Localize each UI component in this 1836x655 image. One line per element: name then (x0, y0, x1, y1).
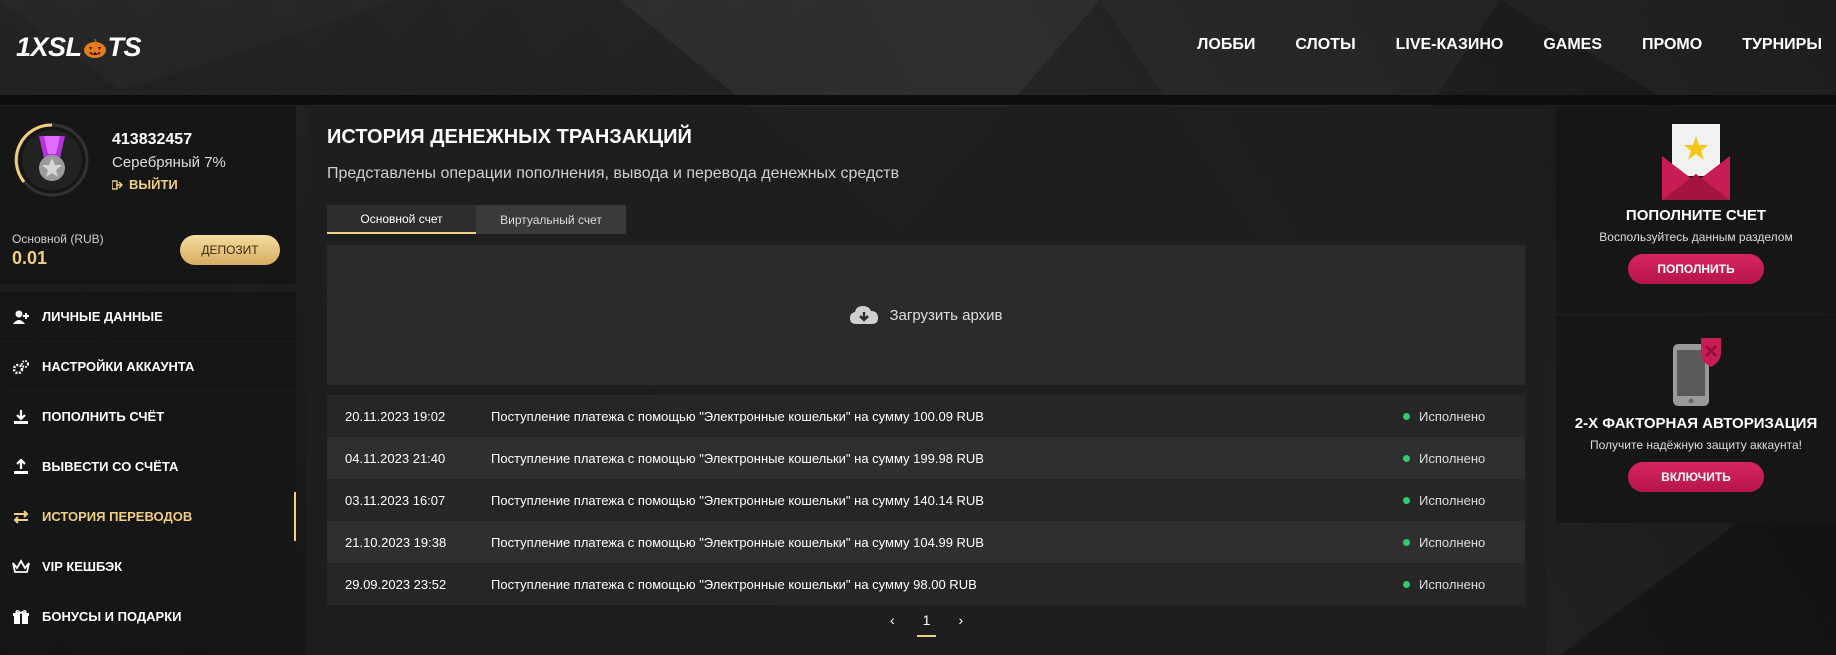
gift-icon (13, 609, 29, 624)
transaction-description: Поступление платежа с помощью "Электронн… (491, 534, 984, 550)
table-row: 03.11.2023 16:07 Поступление платежа с п… (327, 479, 1525, 521)
logo-text-ts: TS (107, 32, 142, 62)
sidebar-item-deposit[interactable]: ПОПОЛНИТЬ СЧЁТ (0, 392, 296, 441)
transaction-date: 29.09.2023 23:52 (345, 576, 447, 592)
transaction-description: Поступление платежа с помощью "Электронн… (491, 492, 984, 508)
pumpkin-icon (83, 38, 106, 58)
page-subtitle: Представлены операции пополнения, вывода… (327, 165, 900, 182)
logo-text-1x: 1X (16, 32, 49, 62)
crown-icon (12, 558, 30, 573)
nav-lobby[interactable]: ЛОББИ (1197, 36, 1255, 54)
sidebar-item-label: НАСТРОЙКИ АККАУНТА (42, 359, 195, 374)
table-row: 29.09.2023 23:52 Поступление платежа с п… (327, 563, 1525, 605)
transaction-date: 20.11.2023 19:02 (345, 408, 446, 424)
two-factor-widget: 2-Х ФАКТОРНАЯ АВТОРИЗАЦИЯ Получите надёж… (1556, 316, 1836, 523)
balance-value: 0.01 (12, 248, 48, 268)
status-badge: Исполнено (1403, 409, 1525, 424)
account-menu: ЛИЧНЫЕ ДАННЫЕ НАСТРОЙКИ АККАУНТА ПОПОЛНИ… (0, 292, 296, 642)
nav-live-casino[interactable]: LIVE-КАЗИНО (1396, 36, 1504, 54)
status-badge: Исполнено (1403, 577, 1525, 592)
page-title: ИСТОРИЯ ДЕНЕЖНЫХ ТРАНЗАКЦИЙ (327, 126, 692, 148)
phone-shield-icon (1673, 338, 1721, 406)
vip-tier: Серебряный 7% (112, 154, 226, 171)
transaction-status: Исполнено (1419, 450, 1486, 466)
account-tabs: Основной счет Виртуальный счет (327, 205, 626, 234)
nav-slots[interactable]: СЛОТЫ (1295, 36, 1355, 54)
transaction-status: Исполнено (1419, 408, 1486, 424)
upload-icon (14, 458, 28, 474)
table-row: 20.11.2023 19:02 Поступление платежа с п… (327, 395, 1525, 437)
status-dot-icon (1403, 496, 1410, 504)
twofa-widget-title: 2-Х ФАКТОРНАЯ АВТОРИЗАЦИЯ (1574, 415, 1818, 432)
transaction-date: 03.11.2023 16:07 (345, 492, 446, 508)
sidebar-item-label: БОНУСЫ И ПОДАРКИ (42, 609, 182, 624)
sidebar-item-label: ИСТОРИЯ ПЕРЕВОДОВ (42, 509, 193, 524)
page-number-current[interactable]: 1 (916, 612, 937, 637)
transfer-icon (13, 509, 29, 524)
nav-tournaments[interactable]: ТУРНИРЫ (1742, 36, 1822, 54)
nav-games[interactable]: GAMES (1543, 36, 1602, 54)
table-row: 21.10.2023 19:38 Поступление платежа с п… (327, 521, 1525, 563)
pagination: ‹ 1 › (890, 612, 963, 637)
sidebar-item-personal-data[interactable]: ЛИЧНЫЕ ДАННЫЕ (0, 292, 296, 341)
user-id: 413832457 (112, 131, 193, 148)
transaction-status: Исполнено (1419, 576, 1486, 592)
tab-main-account[interactable]: Основной счет (327, 205, 476, 234)
transaction-status: Исполнено (1419, 534, 1486, 550)
logout-link[interactable]: ВЫЙТИ (112, 177, 178, 192)
chevron-left-icon[interactable]: ‹ (890, 612, 895, 628)
sidebar-item-account-settings[interactable]: НАСТРОЙКИ АККАУНТА (0, 342, 296, 391)
status-dot-icon (1403, 454, 1410, 462)
envelope-star-icon (1662, 124, 1730, 200)
sidebar-item-bonuses[interactable]: БОНУСЫ И ПОДАРКИ (0, 592, 296, 641)
status-dot-icon (1403, 538, 1410, 546)
site-logo[interactable]: 1X SL TS (16, 32, 142, 63)
status-badge: Исполнено (1403, 451, 1525, 466)
top-header: 1X SL TS ЛОББИ СЛОТЫ LIVE-КАЗИНО GAMES П… (0, 0, 1836, 96)
archive-label: Загрузить архив (889, 306, 1003, 324)
logout-icon (112, 179, 123, 190)
table-row: 04.11.2023 21:40 Поступление платежа с п… (327, 437, 1525, 479)
main-nav: ЛОББИ СЛОТЫ LIVE-КАЗИНО GAMES ПРОМО ТУРН… (1197, 36, 1822, 54)
transaction-description: Поступление платежа с помощью "Электронн… (491, 408, 984, 424)
logo-text-sl: SL (48, 32, 82, 62)
logout-label: ВЫЙТИ (129, 177, 178, 192)
sidebar-item-label: VIP КЕШБЭК (42, 559, 123, 574)
download-icon (14, 409, 28, 424)
sidebar-item-withdraw[interactable]: ВЫВЕСТИ СО СЧЁТА (0, 442, 296, 491)
deposit-widget-text: Воспользуйтесь данным разделом (1599, 230, 1793, 244)
user-plus-icon (13, 310, 29, 324)
vip-medal-icon (14, 123, 89, 197)
status-dot-icon (1403, 580, 1410, 588)
sidebar-item-label: ПОПОЛНИТЬ СЧЁТ (42, 409, 165, 424)
transaction-status: Исполнено (1419, 492, 1486, 508)
status-badge: Исполнено (1403, 535, 1525, 550)
balance-label: Основной (RUB) (12, 232, 104, 246)
transaction-date: 21.10.2023 19:38 (345, 534, 447, 550)
cloud-download-icon (850, 306, 879, 324)
deposit-button[interactable]: ДЕПОЗИТ (180, 235, 280, 265)
header-divider (0, 95, 1836, 105)
sidebar-item-vip-cashback[interactable]: VIP КЕШБЭК (0, 542, 296, 591)
chevron-right-icon[interactable]: › (958, 612, 963, 628)
gears-icon (12, 359, 29, 374)
deposit-promo-widget: ПОПОЛНИТЕ СЧЕТ Воспользуйтесь данным раз… (1556, 106, 1836, 313)
sidebar-item-label: ЛИЧНЫЕ ДАННЫЕ (42, 309, 163, 324)
tab-virtual-account[interactable]: Виртуальный счет (476, 205, 626, 234)
top-up-button[interactable]: ПОПОЛНИТЬ (1628, 254, 1764, 284)
twofa-widget-text: Получите надёжную защиту аккаунта! (1589, 438, 1802, 452)
download-archive-button[interactable]: Загрузить архив (327, 245, 1525, 385)
transaction-date: 04.11.2023 21:40 (345, 450, 446, 466)
sidebar-item-label: ВЫВЕСТИ СО СЧЁТА (42, 459, 179, 474)
transaction-description: Поступление платежа с помощью "Электронн… (491, 450, 984, 466)
nav-promo[interactable]: ПРОМО (1642, 36, 1702, 54)
transaction-description: Поступление платежа с помощью "Электронн… (491, 576, 977, 592)
deposit-widget-title: ПОПОЛНИТЕ СЧЕТ (1625, 207, 1767, 224)
sidebar-item-transfer-history[interactable]: ИСТОРИЯ ПЕРЕВОДОВ (0, 492, 296, 541)
transactions-table: 20.11.2023 19:02 Поступление платежа с п… (327, 395, 1525, 605)
status-dot-icon (1403, 412, 1410, 420)
enable-2fa-button[interactable]: ВКЛЮЧИТЬ (1628, 462, 1764, 492)
status-badge: Исполнено (1403, 493, 1525, 508)
